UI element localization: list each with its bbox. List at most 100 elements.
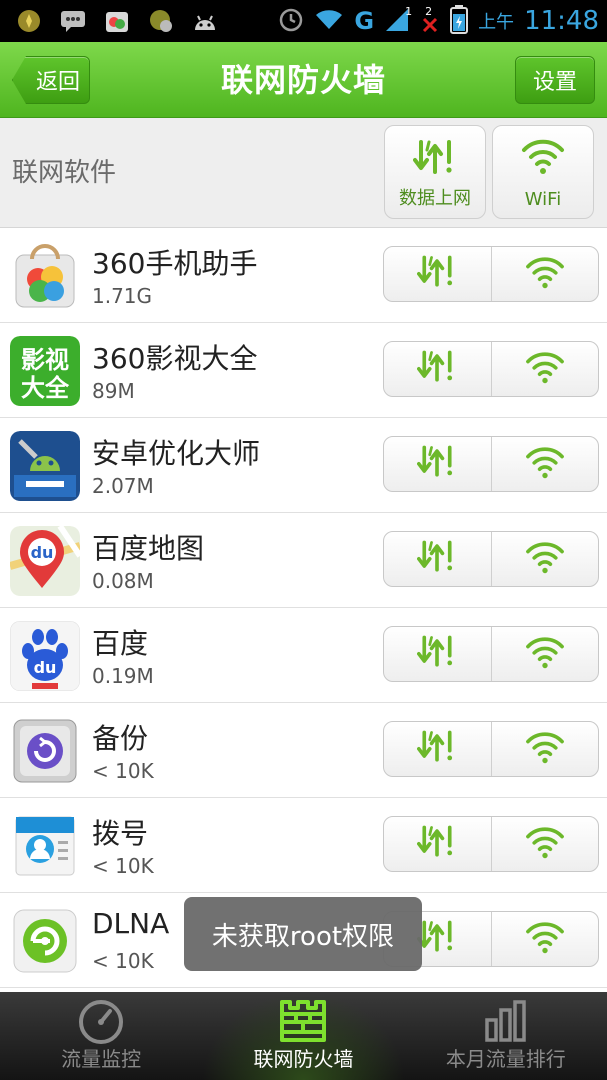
mobile-data-icon [417, 632, 457, 676]
list-header-label: 联网软件 [12, 158, 117, 188]
wifi-icon [525, 919, 565, 959]
video-app-icon: 影视 大全 [10, 336, 80, 406]
optimizer-app-icon [10, 431, 80, 501]
message-icon [58, 6, 88, 36]
toggle-all-data-button[interactable]: 数据上网 [384, 125, 486, 219]
nav-firewall[interactable]: 联网防火墙 [202, 992, 405, 1080]
app-wifi-toggle[interactable] [492, 722, 599, 776]
network-type: G [354, 7, 375, 35]
app-data-toggle[interactable] [384, 627, 492, 681]
app-wifi-toggle[interactable] [492, 342, 599, 396]
app-name: DLNA [92, 907, 170, 940]
backup-app-icon [10, 716, 80, 786]
dlna-app-icon [10, 906, 80, 976]
app-name: 备份 [92, 722, 149, 755]
security-icon [146, 6, 176, 36]
mobile-data-icon [417, 347, 457, 391]
nav-monthly-ranking[interactable]: 本月流量排行 [405, 992, 607, 1080]
app-name: 百度 [92, 627, 149, 660]
wifi-status-icon [314, 7, 344, 35]
app-network-toggle [383, 816, 599, 872]
app-row[interactable]: 影视 大全 360影视大全 89M [0, 323, 607, 418]
wifi-button-label: WiFi [524, 189, 562, 210]
mobile-data-icon [417, 727, 457, 771]
notification-icons [14, 6, 220, 36]
app-wifi-toggle[interactable] [492, 912, 599, 966]
nav-label-firewall: 联网防火墙 [253, 1047, 354, 1071]
app-network-toggle [383, 626, 599, 682]
sim-1-badge: 1 [405, 5, 413, 18]
wifi-icon [525, 254, 565, 294]
app-network-toggle [383, 721, 599, 777]
app-network-toggle [383, 531, 599, 587]
bar-chart-icon [405, 998, 607, 1044]
dialer-app-icon [10, 811, 80, 881]
video-icon-line1: 影视 [21, 346, 69, 374]
app-data-toggle[interactable] [384, 247, 492, 301]
app-data-toggle[interactable] [384, 532, 492, 586]
video-icon-line2: 大全 [21, 374, 70, 402]
app-size: 2.07M [92, 474, 154, 498]
bottom-nav: 流量监控 联网防火墙 本月流量排行 [0, 992, 607, 1080]
mobile-data-icon [417, 537, 457, 581]
app-wifi-toggle[interactable] [492, 532, 599, 586]
app-data-toggle[interactable] [384, 437, 492, 491]
app-data-toggle[interactable] [384, 722, 492, 776]
toggle-all-wifi-button[interactable]: WiFi [492, 125, 594, 219]
map-icon-badge: du [31, 543, 54, 562]
app-size: < 10K [92, 854, 154, 878]
app-row[interactable]: du 百度 0.19M [0, 608, 607, 703]
app-name: 百度地图 [92, 532, 205, 565]
wifi-icon [525, 634, 565, 674]
wifi-icon [525, 729, 565, 769]
app-wifi-toggle[interactable] [492, 437, 599, 491]
app-list[interactable]: 360手机助手 1.71G 影视 大全 360影视大全 89M 安卓优化大师 2.07M … [0, 228, 607, 992]
app-size: 0.19M [92, 664, 154, 688]
sim-2-badge: 2 [425, 5, 433, 18]
app-wifi-toggle[interactable] [492, 627, 599, 681]
nav-traffic-monitor[interactable]: 流量监控 [0, 992, 202, 1080]
title-bar: 联网防火墙 返回 设置 [0, 42, 607, 118]
baidu-app-icon: du [10, 621, 80, 691]
back-button[interactable]: 返回 [12, 56, 90, 104]
app-data-toggle[interactable] [384, 817, 492, 871]
app-size: 1.71G [92, 284, 153, 308]
baidu-icon-badge: du [34, 658, 57, 677]
nav-label-traffic-monitor: 流量监控 [61, 1047, 142, 1071]
app-row[interactable]: 备份 < 10K [0, 703, 607, 798]
mobile-data-icon [417, 442, 457, 486]
alarm-icon [278, 6, 304, 36]
app-row[interactable]: 拨号 < 10K [0, 798, 607, 893]
app-row[interactable]: 安卓优化大师 2.07M [0, 418, 607, 513]
android-icon [190, 6, 220, 36]
mobile-data-icon [417, 252, 457, 296]
mobile-data-icon [385, 136, 485, 182]
wifi-icon [493, 136, 593, 182]
app-wifi-toggle[interactable] [492, 817, 599, 871]
wifi-icon [525, 539, 565, 579]
app-size: 89M [92, 379, 135, 403]
app-name: 安卓优化大师 [92, 437, 261, 470]
mobile-data-icon [417, 917, 457, 961]
app-row[interactable]: du 百度地图 0.08M [0, 513, 607, 608]
signal-1-icon: 1 [384, 5, 413, 37]
app-row[interactable]: 360手机助手 1.71G [0, 228, 607, 323]
app-size: < 10K [92, 759, 154, 783]
mobile-data-icon [417, 822, 457, 866]
app-network-toggle [383, 436, 599, 492]
app-size: 0.08M [92, 569, 154, 593]
app-name: 拨号 [92, 817, 149, 850]
settings-button[interactable]: 设置 [515, 56, 595, 104]
app-wifi-toggle[interactable] [492, 247, 599, 301]
wifi-icon [525, 349, 565, 389]
app-name: 360影视大全 [92, 342, 258, 375]
app-network-toggle [383, 341, 599, 397]
toast-message: 未获取root权限 [184, 897, 422, 971]
signal-2-icon: 2 [420, 5, 440, 37]
nav-label-monthly-ranking: 本月流量排行 [445, 1047, 566, 1071]
app-data-toggle[interactable] [384, 342, 492, 396]
system-indicators: G 1 2 上午 11:48 [278, 0, 599, 42]
app-name: 360手机助手 [92, 247, 258, 280]
data-button-label: 数据上网 [399, 188, 471, 209]
app-store-icon [10, 241, 80, 311]
